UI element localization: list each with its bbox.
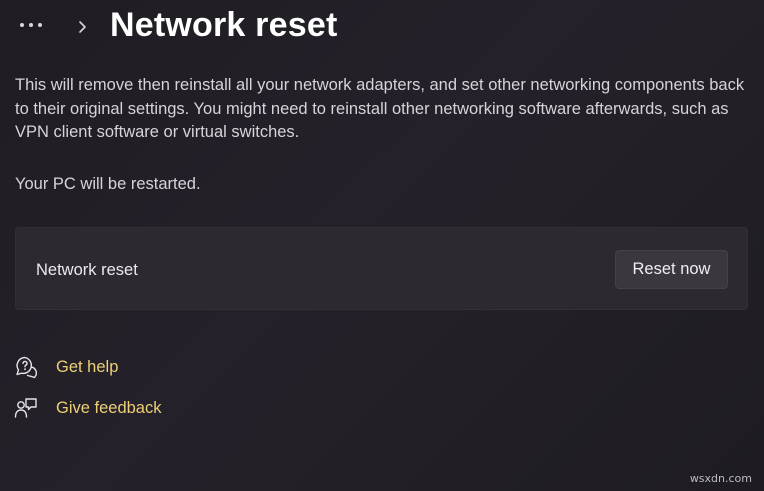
dot <box>29 23 33 27</box>
more-options-icon[interactable] <box>20 17 52 33</box>
header-bar: Network reset <box>0 0 764 56</box>
get-help-label: Get help <box>56 357 119 376</box>
dot <box>38 23 42 27</box>
watermark: wsxdn.com <box>689 472 752 485</box>
give-feedback-link[interactable]: Give feedback <box>14 395 161 421</box>
network-reset-card: Network reset Reset now <box>15 227 748 310</box>
get-help-link[interactable]: Get help <box>14 354 118 380</box>
dot <box>20 23 24 27</box>
help-chat-icon <box>16 356 37 379</box>
card-label: Network reset <box>36 261 138 279</box>
give-feedback-label: Give feedback <box>56 398 162 417</box>
reset-description: This will remove then reinstall all your… <box>15 76 745 141</box>
page-title: Network reset <box>110 6 338 44</box>
reset-now-button[interactable]: Reset now <box>615 250 728 289</box>
restart-note: Your PC will be restarted. <box>15 175 201 193</box>
chevron-right-icon <box>79 21 86 33</box>
feedback-icon <box>14 398 37 418</box>
